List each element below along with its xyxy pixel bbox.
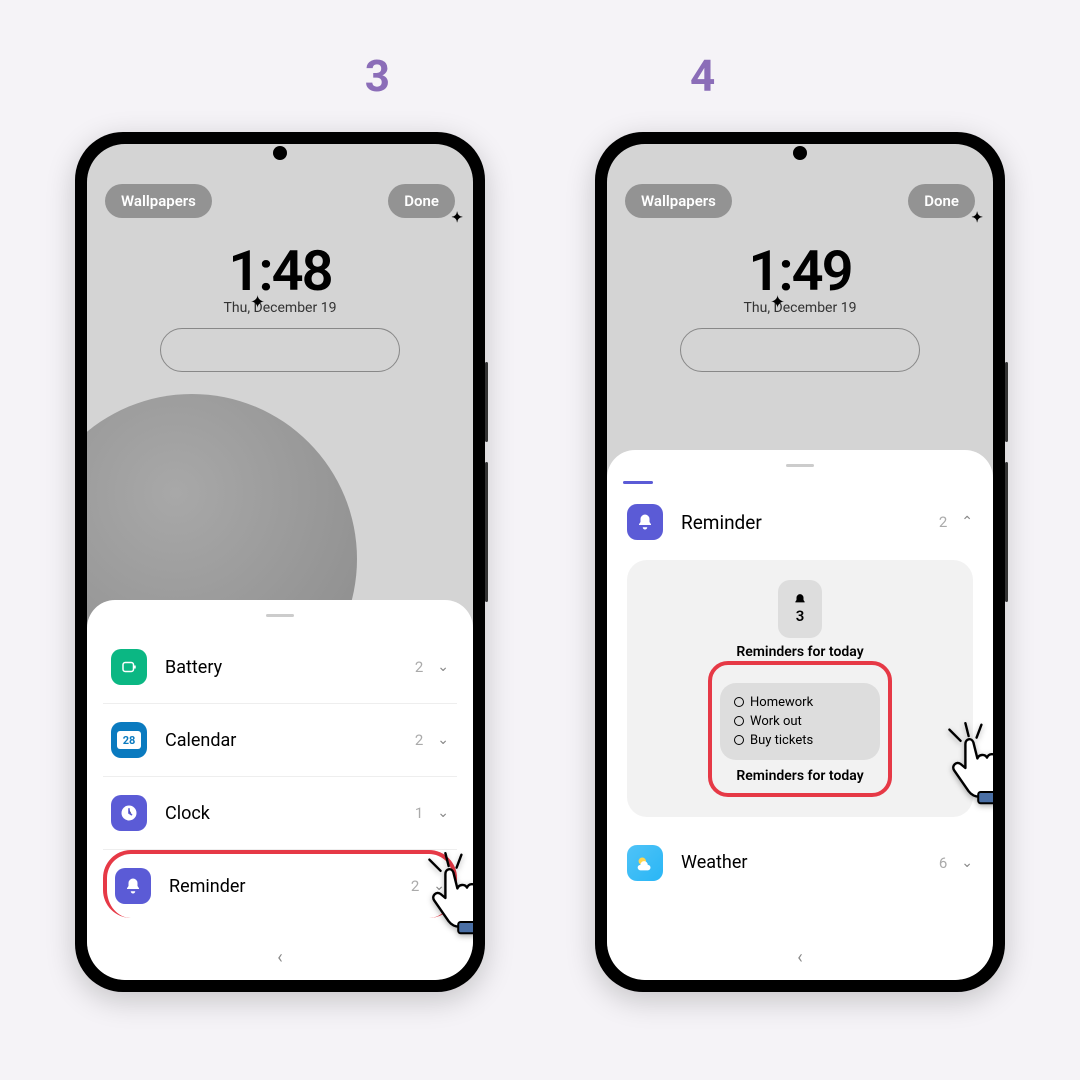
lockscreen-area: Wallpapers Done✦ 1:49 ✦ Thu, December 19 (607, 144, 993, 372)
tap-gesture-icon (943, 720, 993, 810)
reminder-header[interactable]: Reminder 2 ⌃ (623, 494, 977, 556)
battery-label: Battery (165, 657, 415, 678)
chevron-down-icon: ⌄ (961, 855, 973, 871)
battery-count: 2 (415, 658, 423, 676)
reminder-count: 2 (939, 513, 947, 531)
date-display: Thu, December 19 (625, 300, 975, 316)
screen-right: Wallpapers Done✦ 1:49 ✦ Thu, December 19… (607, 144, 993, 980)
sparkle-icon: ✦ (971, 210, 983, 226)
reminder-list-widget[interactable]: Homework Work out Buy tickets (720, 683, 880, 760)
step-numbers: 3 4 (365, 50, 716, 102)
lockscreen-area: Wallpapers Done✦ 1:48 ✦ Thu, December 19 (87, 144, 473, 372)
clock-area[interactable]: 1:48 ✦ Thu, December 19 (105, 238, 455, 372)
widget-item-clock[interactable]: Clock 1 ⌄ (103, 777, 457, 850)
divider (623, 481, 653, 484)
clock-icon (111, 795, 147, 831)
done-button[interactable]: Done✦ (908, 184, 975, 218)
widget-picker-panel[interactable]: Battery 2 ⌄ 28 Calendar 2 ⌄ Clock 1 ⌄ (87, 600, 473, 980)
reminder-list-widget-highlight: Homework Work out Buy tickets Reminders … (708, 661, 892, 797)
clock-label: Clock (165, 803, 415, 824)
reminder-widget-title-2: Reminders for today (736, 768, 863, 785)
time-display: 1:49 (625, 238, 975, 304)
calendar-count: 2 (415, 731, 423, 749)
weather-label: Weather (681, 852, 939, 873)
weather-count: 6 (939, 854, 947, 872)
step-4-label: 4 (690, 50, 715, 102)
battery-icon (111, 649, 147, 685)
wallpapers-button[interactable]: Wallpapers (625, 184, 732, 218)
sparkle-icon: ✦ (451, 210, 463, 226)
widget-item-weather[interactable]: Weather 6 ⌄ (623, 831, 977, 895)
task-row: Buy tickets (734, 731, 866, 750)
reminder-widget-title-1: Reminders for today (736, 644, 863, 661)
back-button[interactable]: ‹ (797, 947, 802, 968)
weather-icon (627, 845, 663, 881)
reminder-label: Reminder (169, 876, 411, 897)
phone-right: Wallpapers Done✦ 1:49 ✦ Thu, December 19… (595, 132, 1005, 992)
chevron-up-icon: ⌃ (961, 514, 973, 530)
clock-count: 1 (415, 804, 423, 822)
date-display: Thu, December 19 (105, 300, 455, 316)
chevron-down-icon: ⌄ (437, 732, 449, 748)
widget-slot[interactable] (160, 328, 400, 372)
bell-icon (627, 504, 663, 540)
tap-gesture-icon (423, 850, 473, 940)
camera-cutout (793, 146, 807, 160)
drag-handle[interactable] (786, 464, 814, 467)
phones-row: Wallpapers Done✦ 1:48 ✦ Thu, December 19… (75, 132, 1005, 992)
widget-item-reminder[interactable]: Reminder 2 ⌄ (103, 850, 457, 918)
chevron-down-icon: ⌄ (437, 659, 449, 675)
sparkle-icon: ✦ (770, 292, 785, 313)
reminder-label: Reminder (681, 511, 939, 534)
reminder-count: 2 (411, 877, 419, 895)
step-3-label: 3 (365, 50, 390, 102)
drag-handle[interactable] (266, 614, 294, 617)
top-bar: Wallpapers Done✦ (625, 184, 975, 218)
reminder-widget-preview: 3 Reminders for today Homework Work out … (627, 560, 973, 817)
clock-area[interactable]: 1:49 ✦ Thu, December 19 (625, 238, 975, 372)
reminder-badge-count: 3 (796, 607, 805, 625)
phone-left: Wallpapers Done✦ 1:48 ✦ Thu, December 19… (75, 132, 485, 992)
widget-item-calendar[interactable]: 28 Calendar 2 ⌄ (103, 704, 457, 777)
done-button[interactable]: Done✦ (388, 184, 455, 218)
time-display: 1:48 (105, 238, 455, 304)
calendar-icon: 28 (111, 722, 147, 758)
task-row: Homework (734, 693, 866, 712)
reminder-badge-widget[interactable]: 3 (778, 580, 822, 638)
screen-left: Wallpapers Done✦ 1:48 ✦ Thu, December 19… (87, 144, 473, 980)
top-bar: Wallpapers Done✦ (105, 184, 455, 218)
task-row: Work out (734, 712, 866, 731)
camera-cutout (273, 146, 287, 160)
calendar-label: Calendar (165, 730, 415, 751)
chevron-down-icon: ⌄ (437, 805, 449, 821)
widget-item-battery[interactable]: Battery 2 ⌄ (103, 631, 457, 704)
back-button[interactable]: ‹ (277, 947, 282, 968)
bell-icon (115, 868, 151, 904)
widget-slot[interactable] (680, 328, 920, 372)
sparkle-icon: ✦ (250, 292, 265, 313)
wallpapers-button[interactable]: Wallpapers (105, 184, 212, 218)
widget-picker-panel[interactable]: Reminder 2 ⌃ 3 Reminders for today Homew… (607, 450, 993, 980)
